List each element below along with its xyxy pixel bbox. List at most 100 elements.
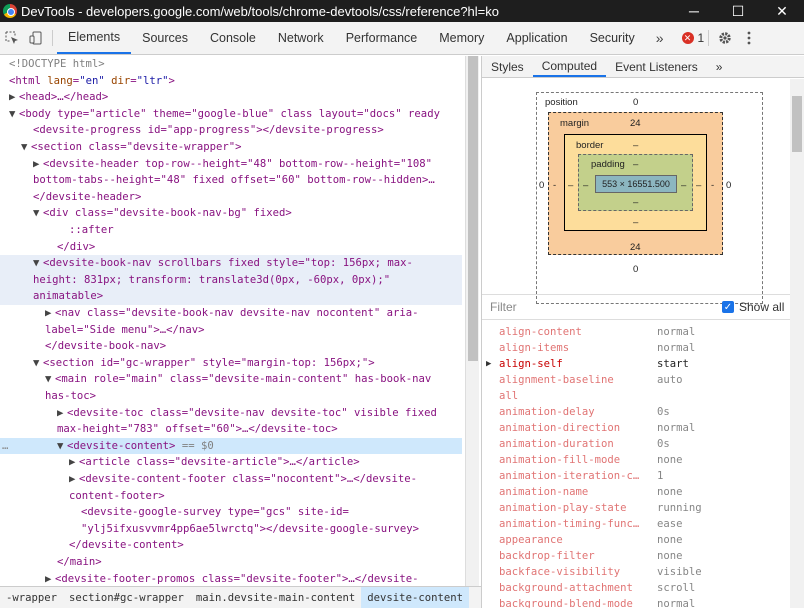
filter-input[interactable]: Filter bbox=[490, 300, 517, 314]
tab-sources[interactable]: Sources bbox=[131, 22, 199, 54]
maximize-button[interactable]: ☐ bbox=[716, 0, 760, 22]
tree-line[interactable]: ▶ <nav class="devsite-book-nav devsite-na… bbox=[0, 305, 462, 322]
breadcrumb-item[interactable]: -wrapper bbox=[0, 592, 63, 604]
computed-property-row[interactable]: background-blend-mode normal bbox=[482, 596, 790, 608]
tab-security[interactable]: Security bbox=[579, 22, 646, 54]
tree-line[interactable]: <!DOCTYPE html> bbox=[0, 56, 462, 73]
tree-line-cont[interactable]: </devsite-header> bbox=[0, 189, 462, 206]
box-model-content[interactable]: 553 × 16551.500 bbox=[595, 175, 677, 193]
more-tabs-button[interactable]: » bbox=[646, 22, 674, 54]
more-sidebar-tabs-button[interactable]: » bbox=[707, 56, 732, 77]
tree-line-cont[interactable]: has-toc> bbox=[0, 388, 462, 405]
minimize-button[interactable]: ─ bbox=[672, 0, 716, 22]
padding-top-value[interactable]: – bbox=[633, 159, 638, 170]
computed-property-row[interactable]: animation-play-state running bbox=[482, 500, 790, 516]
breadcrumb-item[interactable]: main.devsite-main-content bbox=[190, 592, 361, 604]
close-button[interactable]: ✕ bbox=[760, 0, 804, 22]
border-left-value[interactable]: – bbox=[568, 180, 573, 191]
tab-network[interactable]: Network bbox=[267, 22, 335, 54]
tree-line[interactable]: ▶ <head>…</head> bbox=[0, 89, 462, 106]
tab-memory[interactable]: Memory bbox=[428, 22, 495, 54]
computed-property-row[interactable]: ▶ align-self start bbox=[482, 356, 790, 372]
expand-arrow-icon[interactable]: ▶ bbox=[45, 571, 55, 586]
computed-property-row[interactable]: animation-delay 0s bbox=[482, 404, 790, 420]
margin-right-value[interactable]: - bbox=[711, 180, 714, 191]
padding-left-value[interactable]: – bbox=[583, 180, 588, 191]
show-all-toggle[interactable]: ✓ Show all bbox=[722, 300, 784, 314]
computed-property-row[interactable]: backdrop-filter none bbox=[482, 548, 790, 564]
sidebar-scrollbar[interactable] bbox=[790, 79, 804, 608]
gear-icon[interactable] bbox=[713, 22, 737, 54]
tree-line-cont[interactable]: max-height="783" offset="60">…</devsite-… bbox=[0, 421, 462, 438]
border-bottom-value[interactable]: – bbox=[633, 217, 638, 228]
collapse-arrow-icon[interactable]: ▼ bbox=[45, 371, 55, 388]
dom-tree-scrollbar[interactable] bbox=[465, 56, 479, 586]
inspect-element-icon[interactable] bbox=[0, 22, 24, 54]
tree-line[interactable]: ▼ <section id="gc-wrapper" style="margin-… bbox=[0, 355, 462, 372]
position-right-value[interactable]: 0 bbox=[726, 180, 731, 191]
padding-bottom-value[interactable]: – bbox=[633, 197, 638, 208]
expand-arrow-icon[interactable]: ▶ bbox=[33, 156, 43, 173]
position-top-value[interactable]: 0 bbox=[633, 97, 638, 108]
margin-top-value[interactable]: 24 bbox=[630, 118, 641, 129]
tree-line-cont[interactable]: bottom-tabs--height="48" fixed offset="6… bbox=[0, 172, 462, 189]
expand-arrow-icon[interactable]: ▶ bbox=[486, 356, 491, 372]
collapse-arrow-icon[interactable]: ▼ bbox=[21, 139, 31, 156]
tab-elements[interactable]: Elements bbox=[57, 22, 132, 54]
dom-tree[interactable]: <!DOCTYPE html> <html lang="en" dir="ltr… bbox=[0, 56, 465, 586]
tree-line-cont[interactable]: height: 831px; transform: translate3d(0p… bbox=[0, 271, 462, 289]
tree-line[interactable]: </devsite-book-nav> bbox=[0, 338, 462, 355]
computed-property-row[interactable]: alignment-baseline auto bbox=[482, 372, 790, 388]
tree-line[interactable]: ▶ <article class="devsite-article">…</art… bbox=[0, 454, 462, 471]
computed-property-row[interactable]: animation-timing-func… ease bbox=[482, 516, 790, 532]
expand-arrow-icon[interactable]: ▶ bbox=[45, 305, 55, 322]
collapse-arrow-icon[interactable]: ▼ bbox=[57, 438, 67, 455]
tree-line-cont[interactable]: animatable> bbox=[0, 288, 462, 305]
tree-line[interactable]: ▶ <devsite-header top-row--height="48" bo… bbox=[0, 156, 462, 173]
collapse-arrow-icon[interactable]: ▼ bbox=[33, 255, 43, 272]
breadcrumb-item-selected[interactable]: devsite-content bbox=[361, 587, 469, 608]
computed-property-row[interactable]: backface-visibility visible bbox=[482, 564, 790, 580]
margin-bottom-value[interactable]: 24 bbox=[630, 242, 641, 253]
expand-arrow-icon[interactable]: ▶ bbox=[57, 405, 67, 422]
tree-line-cont[interactable]: label="Side menu">…</nav> bbox=[0, 322, 462, 339]
scrollbar-thumb[interactable] bbox=[468, 56, 478, 361]
tree-line[interactable]: </main> bbox=[0, 554, 462, 571]
expand-arrow-icon[interactable]: ▶ bbox=[9, 89, 19, 106]
collapse-arrow-icon[interactable]: ▼ bbox=[33, 205, 43, 222]
tree-line-hovered[interactable]: ▼ <devsite-book-nav scrollbars fixed styl… bbox=[0, 255, 462, 272]
tree-line-cont[interactable]: "ylj5ifxusvvmr4pp6ae5lwrctq"></devsite-g… bbox=[0, 521, 462, 538]
tree-line[interactable]: </div> bbox=[0, 239, 462, 256]
tab-computed[interactable]: Computed bbox=[532, 56, 607, 77]
position-left-value[interactable]: 0 bbox=[539, 180, 544, 191]
kebab-icon[interactable] bbox=[737, 22, 761, 54]
computed-property-row[interactable]: all bbox=[482, 388, 790, 404]
tree-line[interactable]: ▼ <div class="devsite-book-nav-bg" fixed> bbox=[0, 205, 462, 222]
collapse-arrow-icon[interactable]: ▼ bbox=[9, 106, 19, 123]
computed-property-row[interactable]: align-items normal bbox=[482, 340, 790, 356]
device-toolbar-icon[interactable] bbox=[24, 22, 48, 54]
computed-property-row[interactable]: animation-fill-mode none bbox=[482, 452, 790, 468]
tree-line[interactable]: ▶ <devsite-content-footer class="noconten… bbox=[0, 471, 462, 488]
computed-property-row[interactable]: appearance none bbox=[482, 532, 790, 548]
computed-property-row[interactable]: animation-direction normal bbox=[482, 420, 790, 436]
checkbox-icon[interactable]: ✓ bbox=[722, 301, 734, 313]
computed-property-row[interactable]: background-attachment scroll bbox=[482, 580, 790, 596]
error-counter[interactable]: ✕ 1 bbox=[681, 22, 704, 54]
tree-line[interactable]: <devsite-progress id="app-progress"></de… bbox=[0, 122, 462, 139]
tab-event-listeners[interactable]: Event Listeners bbox=[606, 56, 707, 77]
tree-line[interactable]: <devsite-google-survey type="gcs" site-i… bbox=[0, 504, 462, 521]
tree-line[interactable]: ▶ <devsite-footer-promos class="devsite-f… bbox=[0, 571, 462, 586]
position-bottom-value[interactable]: 0 bbox=[633, 264, 638, 275]
tree-line[interactable]: ▶ <devsite-toc class="devsite-nav devsite… bbox=[0, 405, 462, 422]
tab-application[interactable]: Application bbox=[495, 22, 578, 54]
computed-property-row[interactable]: animation-iteration-c… 1 bbox=[482, 468, 790, 484]
tree-line[interactable]: </devsite-content> bbox=[0, 537, 462, 554]
computed-property-row[interactable]: animation-name none bbox=[482, 484, 790, 500]
breadcrumb-item[interactable]: section#gc-wrapper bbox=[63, 592, 190, 604]
border-right-value[interactable]: – bbox=[696, 180, 701, 191]
tree-line[interactable]: ▼ <main role="main" class="devsite-main-c… bbox=[0, 371, 462, 388]
expand-arrow-icon[interactable]: ▶ bbox=[69, 471, 79, 488]
tree-line[interactable]: ▼ <section class="devsite-wrapper"> bbox=[0, 139, 462, 156]
tab-performance[interactable]: Performance bbox=[335, 22, 429, 54]
